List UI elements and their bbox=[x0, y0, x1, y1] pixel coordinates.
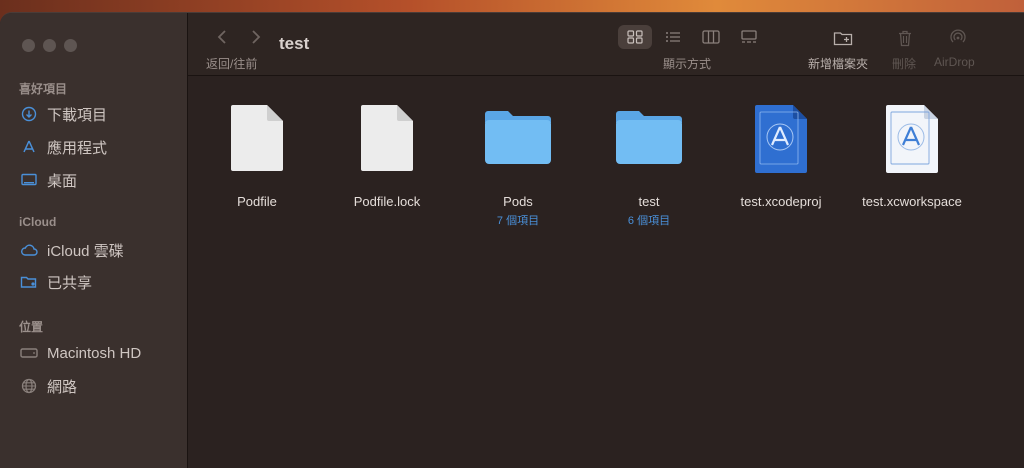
toolbar: test 返回/往前 顯示方式 新增檔案夾 刪除 AirDrop bbox=[188, 13, 1024, 76]
column-view-button[interactable] bbox=[694, 25, 728, 49]
file-name: test.xcodeproj bbox=[740, 194, 822, 209]
folder-item[interactable]: Pods 7 個項目 bbox=[453, 104, 583, 228]
trash-icon bbox=[899, 30, 911, 46]
shared-folder-icon bbox=[19, 272, 39, 292]
icloud-section-title: iCloud bbox=[19, 215, 57, 229]
file-name: Podfile.lock bbox=[353, 194, 421, 209]
item-count: 7 個項目 bbox=[496, 215, 540, 227]
gallery-view-button[interactable] bbox=[732, 25, 766, 49]
sidebar-item-label: 桌面 bbox=[47, 172, 78, 190]
file-name: test.xcworkspace bbox=[862, 194, 962, 209]
sidebar: 喜好項目 下載項目 應用程式 桌面 iCloud iCloud 雲碟 已共享 位… bbox=[0, 13, 188, 468]
chevron-right-icon bbox=[252, 30, 261, 44]
gallery-icon bbox=[741, 30, 757, 43]
disk-icon bbox=[19, 343, 39, 363]
delete-label: 刪除 bbox=[892, 57, 917, 71]
view-mode-label: 顯示方式 bbox=[663, 57, 712, 71]
cloud-icon bbox=[19, 240, 39, 260]
list-view-button[interactable] bbox=[656, 25, 690, 49]
document-icon bbox=[361, 105, 413, 171]
download-icon bbox=[19, 104, 39, 124]
sidebar-item-shared[interactable]: 已共享 bbox=[19, 270, 92, 294]
sidebar-item-downloads[interactable]: 下載項目 bbox=[19, 102, 107, 126]
view-mode-group bbox=[618, 25, 766, 49]
desktop-icon bbox=[19, 170, 39, 190]
file-item[interactable]: Podfile bbox=[192, 104, 322, 209]
nav-label: 返回/往前 bbox=[206, 57, 258, 71]
file-item[interactable]: Podfile.lock bbox=[322, 104, 452, 209]
airdrop-button[interactable] bbox=[943, 27, 973, 49]
delete-button[interactable] bbox=[890, 27, 920, 49]
new-folder-button[interactable] bbox=[828, 27, 858, 49]
sidebar-item-label: 網路 bbox=[47, 378, 78, 396]
folder-icon bbox=[616, 111, 682, 164]
list-icon bbox=[666, 32, 680, 42]
sidebar-item-label: Macintosh HD bbox=[47, 344, 142, 362]
finder-window: 喜好項目 下載項目 應用程式 桌面 iCloud iCloud 雲碟 已共享 位… bbox=[0, 12, 1024, 468]
applications-icon bbox=[19, 137, 39, 157]
file-name: Pods bbox=[503, 194, 533, 209]
file-name: test bbox=[638, 194, 660, 209]
new-folder-label: 新增檔案夾 bbox=[808, 57, 869, 71]
sidebar-item-macintosh-hd[interactable]: Macintosh HD bbox=[19, 341, 141, 365]
window-title: test bbox=[279, 34, 310, 53]
favorites-section-title: 喜好項目 bbox=[19, 82, 68, 96]
sidebar-item-label: 下載項目 bbox=[47, 106, 108, 124]
grid-icon bbox=[627, 30, 643, 44]
item-count: 6 個項目 bbox=[627, 215, 671, 227]
new-folder-icon bbox=[833, 32, 853, 46]
sidebar-item-label: 應用程式 bbox=[47, 139, 108, 157]
columns-icon bbox=[702, 30, 720, 44]
close-button[interactable] bbox=[22, 39, 35, 52]
main-area: test 返回/往前 顯示方式 新增檔案夾 刪除 AirDrop Podfile… bbox=[188, 13, 1024, 468]
icon-view-button[interactable] bbox=[618, 25, 652, 49]
zoom-button[interactable] bbox=[64, 39, 77, 52]
sidebar-item-applications[interactable]: 應用程式 bbox=[19, 135, 107, 159]
chevron-left-icon bbox=[217, 30, 226, 44]
folder-item[interactable]: test 6 個項目 bbox=[584, 104, 714, 228]
airdrop-icon bbox=[950, 29, 966, 43]
minimize-button[interactable] bbox=[43, 39, 56, 52]
locations-section-title: 位置 bbox=[19, 320, 44, 334]
window-controls bbox=[22, 39, 77, 52]
network-icon bbox=[19, 376, 39, 396]
file-name: Podfile bbox=[237, 194, 277, 209]
file-item[interactable]: test.xcodeproj bbox=[716, 104, 846, 209]
xcworkspace-icon bbox=[886, 105, 938, 173]
sidebar-item-network[interactable]: 網路 bbox=[19, 374, 77, 398]
back-button[interactable] bbox=[215, 29, 229, 50]
nav-buttons bbox=[215, 29, 263, 50]
forward-button[interactable] bbox=[249, 29, 263, 50]
airdrop-label: AirDrop bbox=[934, 55, 975, 69]
xcodeproj-icon bbox=[755, 105, 807, 173]
sidebar-item-label: iCloud 雲碟 bbox=[47, 242, 124, 260]
document-icon bbox=[231, 105, 283, 171]
folder-icon bbox=[485, 111, 551, 164]
sidebar-item-desktop[interactable]: 桌面 bbox=[19, 168, 77, 192]
sidebar-item-icloud-drive[interactable]: iCloud 雲碟 bbox=[19, 238, 124, 262]
file-item[interactable]: test.xcworkspace bbox=[847, 104, 977, 209]
sidebar-item-label: 已共享 bbox=[47, 274, 93, 292]
